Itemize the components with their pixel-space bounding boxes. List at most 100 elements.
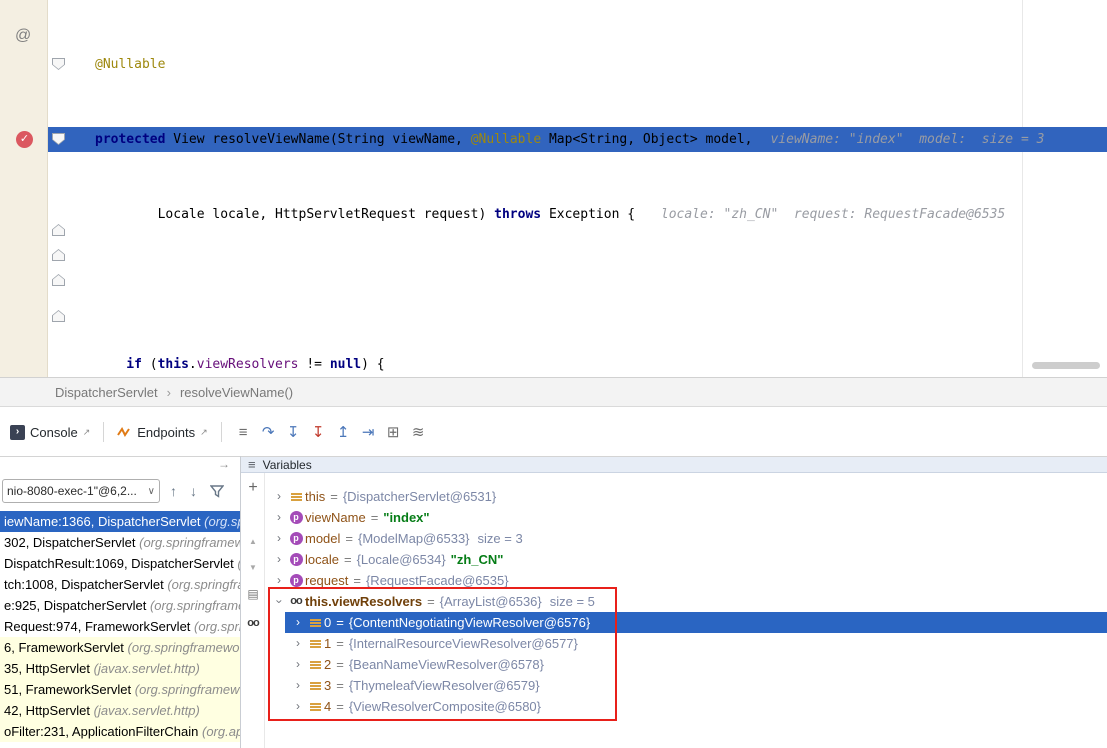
chevron-right-icon[interactable]: ›: [290, 675, 306, 696]
code-editor[interactable]: @ ✓ @Nullable protected View resolveView…: [0, 0, 1107, 377]
equals-sign: =: [371, 507, 379, 528]
watches-icon[interactable]: oo: [241, 617, 265, 629]
step-over-icon[interactable]: ↷: [256, 423, 281, 441]
fold-marker-icon[interactable]: [52, 133, 65, 145]
chevron-expanded-icon[interactable]: ›: [269, 594, 290, 610]
view-breakpoints-icon[interactable]: ⊞: [381, 423, 406, 441]
variable-row[interactable]: ›this={DispatcherServlet@6531}: [265, 486, 1107, 507]
chevron-right-icon[interactable]: ›: [290, 612, 306, 633]
equals-sign: =: [353, 570, 361, 591]
keyword-token: this: [158, 357, 189, 372]
equals-sign: =: [336, 654, 344, 675]
chevron-right-icon[interactable]: ›: [290, 696, 306, 717]
stack-frame-row[interactable]: tch:1008, DispatcherServlet (org.springf…: [0, 574, 240, 595]
thread-dropdown[interactable]: nio-8080-exec-1"@6,2... ∨: [2, 479, 160, 503]
chevron-right-icon[interactable]: ›: [290, 654, 306, 675]
variables-panel-header[interactable]: ≡ Variables: [240, 456, 1107, 473]
debug-toolbar: › Console ↗ Endpoints ↗ ≡ ↷ ↧ ↧ ↥ ⇥ ⊞ ≋: [0, 409, 1107, 455]
variable-row[interactable]: ›pmodel={ModelMap@6533}size = 3: [265, 528, 1107, 549]
stack-frame-row[interactable]: 6, FrameworkServlet (org.springframewo: [0, 637, 240, 658]
stack-frame-row[interactable]: oFilter:231, ApplicationFilterChain (org…: [0, 721, 240, 742]
variables-panel: + ▲ ▼ ▤ oo ›this={DispatcherServlet@6531…: [241, 473, 1107, 748]
variable-row-selected[interactable]: ›0={ContentNegotiatingViewResolver@6576}: [285, 612, 1107, 633]
variables-tree: ›this={DispatcherServlet@6531} ›pviewNam…: [265, 486, 1107, 717]
variable-name: 2: [324, 654, 331, 675]
tab-endpoints[interactable]: Endpoints ↗: [113, 422, 211, 443]
fold-end-marker-icon[interactable]: [52, 224, 65, 236]
code-text: @Nullable protected View resolveViewName…: [95, 2, 1107, 377]
code-token: Locale locale, HttpServletRequest reques…: [158, 207, 495, 222]
chevron-right-icon[interactable]: ›: [271, 486, 287, 507]
stack-frame-row[interactable]: iewName:1366, DispatcherServlet (org.sp: [0, 511, 240, 532]
annotation-token: @Nullable: [95, 57, 165, 72]
breakpoint-icon[interactable]: ✓: [16, 131, 33, 148]
stack-frame-row[interactable]: DispatchResult:1069, DispatcherServlet (…: [0, 553, 240, 574]
chevron-right-icon[interactable]: ›: [271, 570, 287, 591]
variable-row[interactable]: ›1={InternalResourceViewResolver@6577}: [265, 633, 1107, 654]
stack-frame-row[interactable]: Request:974, FrameworkServlet (org.sprin: [0, 616, 240, 637]
variable-row[interactable]: ›prequest={RequestFacade@6535}: [265, 570, 1107, 591]
equals-sign: =: [427, 591, 435, 612]
breadcrumb-item-class[interactable]: DispatcherServlet: [55, 385, 158, 400]
variable-value: {ArrayList@6536}: [440, 591, 542, 612]
frame-package: (org.springfra: [167, 577, 240, 592]
stack-frame-row[interactable]: e:925, DispatcherServlet (org.springfram…: [0, 595, 240, 616]
step-into-icon[interactable]: ↧: [281, 423, 306, 441]
code-token: Exception {: [541, 207, 643, 222]
breadcrumb-item-method[interactable]: resolveViewName(): [180, 385, 293, 400]
add-watch-button[interactable]: +: [241, 479, 265, 497]
console-icon: ›: [10, 425, 25, 440]
chevron-right-icon[interactable]: ›: [290, 633, 306, 654]
variable-row[interactable]: ›4={ViewResolverComposite@6580}: [265, 696, 1107, 717]
variable-name: this: [305, 486, 325, 507]
scroll-up-icon[interactable]: ▲: [241, 537, 265, 546]
force-step-into-icon[interactable]: ↧: [306, 423, 331, 441]
frame-package: (org.sp: [204, 514, 240, 529]
stack-frame-row[interactable]: 51, FrameworkServlet (org.springframewo: [0, 679, 240, 700]
keyword-token: null: [330, 357, 361, 372]
equals-sign: =: [330, 486, 338, 507]
code-token: ) {: [361, 357, 384, 372]
frame-package: (org.springframe: [150, 598, 240, 613]
panel-divider[interactable]: [240, 456, 241, 748]
stack-frame-row[interactable]: 42, HttpServlet (javax.servlet.http): [0, 700, 240, 721]
fold-end-marker-icon[interactable]: [52, 274, 65, 286]
fold-marker-icon[interactable]: [52, 58, 65, 70]
panes-icon[interactable]: ▤: [241, 587, 265, 601]
tab-console[interactable]: › Console ↗: [6, 422, 94, 443]
variable-row[interactable]: ›2={BeanNameViewResolver@6578}: [265, 654, 1107, 675]
fold-end-marker-icon[interactable]: [52, 310, 65, 322]
variable-row[interactable]: ›plocale={Locale@6534}"zh_CN": [265, 549, 1107, 570]
filter-icon[interactable]: [210, 485, 224, 498]
stack-frame-row[interactable]: 35, HttpServlet (javax.servlet.http): [0, 658, 240, 679]
value-icon: [306, 618, 324, 628]
code-line: protected View resolveViewName(String vi…: [95, 127, 1107, 152]
chevron-right-icon[interactable]: ›: [271, 528, 287, 549]
tab-console-label: Console: [30, 425, 78, 440]
variable-row[interactable]: ›3={ThymeleafViewResolver@6579}: [265, 675, 1107, 696]
frame-location: 6, FrameworkServlet: [4, 640, 128, 655]
mute-breakpoints-icon[interactable]: ≋: [406, 423, 431, 441]
frame-down-icon[interactable]: ↓: [190, 483, 197, 499]
variable-name: 1: [324, 633, 331, 654]
equals-sign: =: [336, 675, 344, 696]
run-to-cursor-icon[interactable]: ⇥: [356, 423, 381, 441]
chevron-right-icon[interactable]: ›: [271, 507, 287, 528]
watch-row[interactable]: ›oothis.viewResolvers={ArrayList@6536}si…: [265, 591, 1107, 612]
frame-up-icon[interactable]: ↑: [170, 483, 177, 499]
chevron-right-icon[interactable]: ›: [271, 549, 287, 570]
fold-end-marker-icon[interactable]: [52, 249, 65, 261]
variable-row[interactable]: ›pviewName="index": [265, 507, 1107, 528]
step-out-icon[interactable]: ↥: [331, 423, 356, 441]
variable-value: {ContentNegotiatingViewResolver@6576}: [349, 612, 590, 633]
parameter-icon: p: [287, 532, 305, 545]
scroll-down-icon[interactable]: ▼: [241, 563, 265, 572]
stack-frame-row[interactable]: 302, DispatcherServlet (org.springframew: [0, 532, 240, 553]
thread-dropdown-value: nio-8080-exec-1"@6,2...: [7, 484, 137, 498]
external-arrow-icon: ↗: [200, 427, 208, 438]
frame-package: (javax.servlet.http): [94, 661, 200, 676]
hide-panel-icon[interactable]: →: [218, 457, 230, 471]
variables-menu-icon[interactable]: ≡: [248, 457, 256, 472]
frame-location: iewName:1366, DispatcherServlet: [4, 514, 204, 529]
menu-icon[interactable]: ≡: [231, 424, 256, 441]
